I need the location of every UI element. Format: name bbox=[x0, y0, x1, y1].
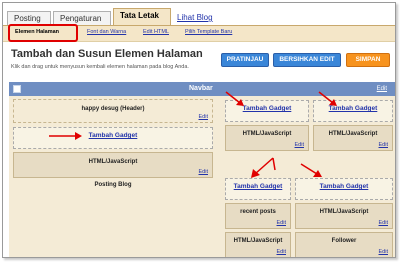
navbar-label: Navbar bbox=[189, 85, 213, 92]
navbar-icon bbox=[13, 85, 21, 93]
subtab-edit-html[interactable]: Edit HTML bbox=[143, 29, 169, 35]
sidebar3-add-gadget[interactable]: Tambah Gadget bbox=[225, 178, 291, 200]
tab-posting[interactable]: Posting bbox=[7, 11, 51, 25]
sidebar2-html-edit-link[interactable]: Edit bbox=[379, 142, 388, 148]
sidebar3-html-edit-link[interactable]: Edit bbox=[277, 249, 286, 255]
arrow-icon bbox=[251, 157, 276, 178]
blog-posts-label: Posting Blog bbox=[94, 182, 132, 188]
tab-tata-letak[interactable]: Tata Letak bbox=[113, 8, 171, 25]
clear-edits-button[interactable]: BERSIHKAN EDIT bbox=[273, 53, 341, 67]
sidebar1-html-edit-link[interactable]: Edit bbox=[295, 142, 304, 148]
main-add-gadget-link[interactable]: Tambah Gadget bbox=[14, 132, 212, 139]
tab-label: Posting bbox=[14, 14, 41, 23]
sidebar1-html-gadget[interactable]: HTML/JavaScript Edit bbox=[225, 125, 309, 151]
sidebar4-html-edit-link[interactable]: Edit bbox=[379, 220, 388, 226]
highlight-outline bbox=[8, 24, 78, 42]
main-html-edit-link[interactable]: Edit bbox=[199, 169, 208, 175]
sidebar1-html-label: HTML/JavaScript bbox=[242, 131, 292, 137]
preview-button[interactable]: PRATINJAU bbox=[221, 53, 269, 67]
subtab-font-warna[interactable]: Font dan Warna bbox=[87, 29, 126, 35]
tab-pengaturan[interactable]: Pengaturan bbox=[53, 11, 111, 25]
page-title: Tambah dan Susun Elemen Halaman bbox=[11, 48, 203, 60]
sidebar4-add-gadget-link[interactable]: Tambah Gadget bbox=[296, 183, 392, 190]
sidebar4-html-label: HTML/JavaScript bbox=[319, 209, 369, 215]
main-add-gadget[interactable]: Tambah Gadget bbox=[13, 127, 213, 149]
subtab-pilih-template[interactable]: Pilih Template Baru bbox=[185, 29, 232, 35]
follower-label: Follower bbox=[331, 238, 357, 244]
header-edit-link[interactable]: Edit bbox=[199, 114, 208, 120]
arrow-icon bbox=[318, 91, 337, 106]
arrow-icon bbox=[225, 91, 244, 106]
main-html-label: HTML/JavaScript bbox=[88, 159, 138, 165]
sidebar3-html-label: HTML/JavaScript bbox=[233, 238, 283, 244]
follower-gadget[interactable]: Follower Edit bbox=[295, 232, 393, 257]
follower-edit-link[interactable]: Edit bbox=[379, 249, 388, 255]
blogger-layout-window: Posting Pengaturan Tata Letak Lihat Blog… bbox=[2, 2, 396, 258]
layout-editor: Navbar Edit happy desug (Header) Edit Ta… bbox=[9, 82, 395, 257]
navbar-edit-link[interactable]: Edit bbox=[377, 86, 387, 92]
recent-posts-label: recent posts bbox=[240, 209, 276, 215]
recent-posts-edit-link[interactable]: Edit bbox=[277, 220, 286, 226]
top-tabs: Posting Pengaturan Tata Letak Lihat Blog bbox=[3, 3, 395, 25]
header-gadget[interactable]: happy desug (Header) Edit bbox=[13, 99, 213, 123]
recent-posts-gadget[interactable]: recent posts Edit bbox=[225, 203, 291, 229]
sidebar4-add-gadget[interactable]: Tambah Gadget bbox=[295, 178, 393, 200]
sidebar4-html-gadget[interactable]: HTML/JavaScript Edit bbox=[295, 203, 393, 229]
sidebar3-html-gadget[interactable]: HTML/JavaScript Edit bbox=[225, 232, 291, 257]
tab-label: Pengaturan bbox=[60, 14, 102, 23]
save-button[interactable]: SIMPAN bbox=[346, 53, 390, 67]
header-label: happy desug (Header) bbox=[81, 106, 145, 112]
page-description: Klik dan drag untuk menyusun kembali ele… bbox=[11, 64, 189, 70]
sidebar2-html-label: HTML/JavaScript bbox=[328, 131, 378, 137]
sidebar2-html-gadget[interactable]: HTML/JavaScript Edit bbox=[313, 125, 393, 151]
arrow-icon bbox=[49, 132, 82, 140]
tab-label: Tata Letak bbox=[120, 11, 159, 20]
view-blog-link[interactable]: Lihat Blog bbox=[177, 13, 213, 22]
main-html-gadget[interactable]: HTML/JavaScript Edit bbox=[13, 152, 213, 178]
sidebar3-add-gadget-link[interactable]: Tambah Gadget bbox=[226, 183, 290, 190]
arrow-icon bbox=[300, 163, 322, 177]
